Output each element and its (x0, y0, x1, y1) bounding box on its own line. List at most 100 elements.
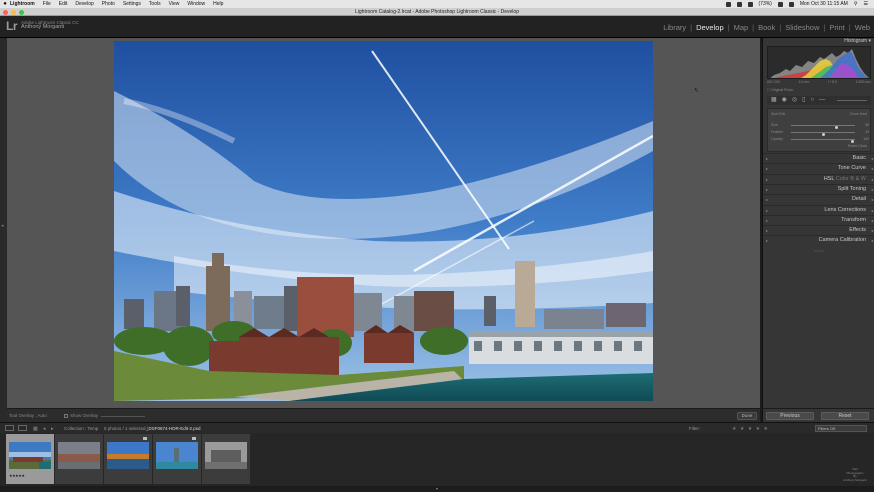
search-icon[interactable]: ⚲ (854, 1, 858, 7)
minimize-window-button[interactable] (11, 9, 16, 15)
zoom-window-button[interactable] (19, 9, 24, 15)
clone-heal-toggle[interactable]: Clone Heal (850, 112, 867, 116)
panel-switch-icon[interactable]: ◂ (871, 216, 873, 225)
module-map[interactable]: Map (730, 23, 753, 32)
feather-slider[interactable] (791, 132, 855, 136)
panel-effects[interactable]: ▸ Effects ◂ (763, 225, 874, 235)
status-icon[interactable] (725, 1, 731, 7)
histogram[interactable] (767, 46, 871, 79)
filter-preset-select[interactable]: Filters Off (815, 425, 867, 432)
wifi-icon[interactable] (777, 1, 783, 7)
histogram-header[interactable]: Histogram ▾ (763, 38, 874, 45)
filmstrip-count: 5 photos / 1 selected / (104, 426, 149, 431)
size-value[interactable]: 58 (865, 123, 869, 127)
filmstrip-thumb-1[interactable]: ★★★★★ (6, 434, 54, 484)
reset-button[interactable]: Reset (821, 411, 869, 420)
show-overlay-label: Show Overlay (70, 413, 99, 418)
opacity-value[interactable]: 100 (863, 137, 869, 141)
red-eye-icon[interactable]: ◎ (792, 96, 797, 105)
spot-panel-footer[interactable]: Reset Close (767, 144, 871, 148)
status-icon[interactable] (736, 1, 742, 7)
filmstrip-thumb-2[interactable] (55, 434, 103, 484)
panel-switch-icon[interactable]: ◂ (871, 164, 873, 173)
menu-develop[interactable]: Develop (75, 1, 93, 7)
panel-hsl[interactable]: ▸ HSL Color B & W ◂ (763, 173, 874, 184)
show-overlay-checkbox[interactable]: Show Overlay (64, 413, 98, 418)
second-window-icon[interactable] (18, 425, 27, 431)
panel-detail[interactable]: ▸ Detail ◂ (763, 194, 874, 204)
tool-strip-slider[interactable] (837, 100, 867, 101)
menu-view[interactable]: View (169, 1, 180, 7)
checkbox-icon[interactable]: ☐ (767, 88, 770, 92)
main-window-icon[interactable] (5, 425, 14, 431)
menu-settings[interactable]: Settings (123, 1, 141, 7)
graduated-filter-icon[interactable]: ▯ (802, 96, 805, 105)
panel-toggle-icon: ▸ (766, 156, 769, 161)
panel-hsl-color-bw[interactable]: Color B & W (836, 176, 866, 182)
opacity-slider-thumb[interactable] (850, 139, 854, 143)
panel-basic[interactable]: ▸ Basic ◂ (763, 153, 874, 163)
close-window-button[interactable] (3, 9, 8, 15)
panel-transform[interactable]: ▸ Transform ◂ (763, 214, 874, 225)
forward-arrow-icon[interactable]: ▸ (51, 426, 54, 432)
tool-overlay-label[interactable]: Tool Overlay : Auto (9, 413, 47, 418)
collapse-filmstrip-icon[interactable]: ▾ (0, 486, 874, 492)
panel-lens-corrections[interactable]: ▸ Lens Corrections ◂ (763, 204, 874, 215)
feather-slider-thumb[interactable] (821, 132, 825, 136)
module-develop[interactable]: Develop (692, 23, 728, 32)
left-panel-collapsed[interactable]: ◂ (0, 38, 7, 422)
module-web[interactable]: Web (851, 23, 874, 32)
clock[interactable]: Mon Oct 30 11:15 AM (800, 1, 848, 7)
opacity-slider[interactable] (791, 139, 855, 143)
filmstrip-thumb-3[interactable] (104, 434, 152, 484)
module-book[interactable]: Book (754, 23, 779, 32)
notification-center-icon[interactable]: ☰ (864, 1, 868, 7)
volume-icon[interactable] (788, 1, 794, 7)
spot-removal-icon[interactable]: ◉ (782, 96, 787, 105)
apple-menu-icon[interactable]: ● (0, 1, 10, 7)
panel-tone-curve[interactable]: ▸ Tone Curve ◂ (763, 163, 874, 173)
filmstrip-source[interactable]: Collection : Temp (64, 426, 98, 431)
image-view[interactable]: ↖ (7, 38, 760, 408)
size-slider-thumb[interactable] (834, 125, 838, 129)
panel-switch-icon[interactable]: ◂ (871, 195, 873, 204)
menu-file[interactable]: File (43, 1, 51, 7)
menu-edit[interactable]: Edit (59, 1, 68, 7)
overlay-opacity-slider[interactable] (101, 415, 145, 417)
grid-view-icon[interactable]: ▦ (33, 426, 38, 432)
panel-switch-icon[interactable]: ◂ (871, 154, 873, 163)
module-library[interactable]: Library (659, 23, 690, 32)
expand-left-panel-icon[interactable]: ◂ (1, 223, 4, 229)
previous-button[interactable]: Previous (766, 411, 814, 420)
original-photo-text: Original Photo (771, 88, 794, 92)
panel-camera-calibration[interactable]: ▸ Camera Calibration ◂ (763, 235, 874, 245)
develop-toolbar: Tool Overlay : Auto Show Overlay Done (7, 408, 760, 422)
panel-switch-icon[interactable]: ◂ (871, 175, 873, 184)
panel-split-toning[interactable]: ▸ Split Toning ◂ (763, 183, 874, 194)
panel-switch-icon[interactable]: ◂ (871, 226, 873, 235)
feather-value[interactable]: 33 (865, 130, 869, 134)
crop-icon[interactable]: ▦ (771, 96, 777, 105)
module-slideshow[interactable]: Slideshow (781, 23, 823, 32)
menu-app[interactable]: Lightroom (10, 1, 35, 7)
adjustment-brush-icon[interactable]: — (819, 96, 825, 105)
filmstrip-filename[interactable]: _DSF0674-HDR-Edit-2.psd (146, 426, 201, 431)
filmstrip-thumb-4[interactable] (153, 434, 201, 484)
menu-photo[interactable]: Photo (102, 1, 115, 7)
back-arrow-icon[interactable]: ◂ (43, 426, 46, 432)
main-photo[interactable] (114, 41, 653, 401)
menu-help[interactable]: Help (213, 1, 223, 7)
panel-switch-icon[interactable]: ◂ (871, 185, 873, 194)
module-print[interactable]: Print (825, 23, 848, 32)
rating-filter[interactable]: ★ ★ ★ ★ ★ (732, 426, 769, 432)
done-button[interactable]: Done (737, 411, 757, 420)
panel-switch-icon[interactable]: ◂ (871, 206, 873, 215)
menu-tools[interactable]: Tools (149, 1, 161, 7)
filmstrip-thumb-5[interactable] (202, 434, 250, 484)
panel-switch-icon[interactable]: ◂ (871, 236, 873, 245)
size-slider[interactable] (791, 125, 855, 129)
status-icon[interactable] (747, 1, 753, 7)
menu-window[interactable]: Window (187, 1, 205, 7)
checkbox-icon[interactable] (64, 413, 68, 418)
radial-filter-icon[interactable]: ○ (810, 96, 814, 105)
